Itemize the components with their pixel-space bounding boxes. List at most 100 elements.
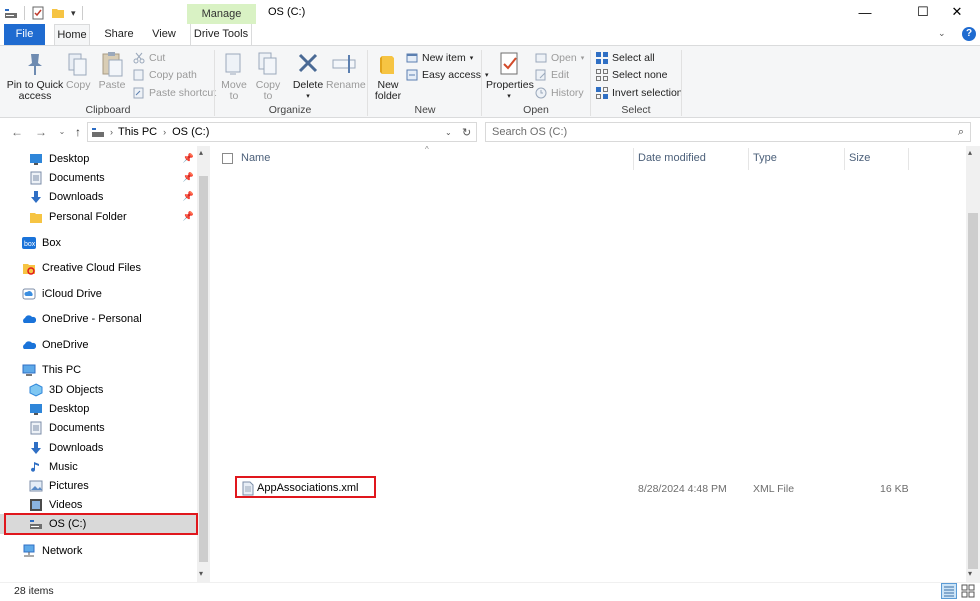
history-label: History [551,87,584,99]
nav-item-pictures[interactable]: Pictures [0,476,197,495]
nav-item-label: Documents [49,171,105,184]
nav-item-videos[interactable]: Videos [0,495,197,514]
content-scrollbar-thumb[interactable] [968,213,978,569]
nav-item-documents-quick[interactable]: Documents 📌 [0,168,197,187]
refresh-icon[interactable]: ↻ [462,126,471,139]
invert-selection-button[interactable]: Invert selection [596,85,683,101]
new-item-button[interactable]: New item ▾ [406,50,473,66]
select-group-label: Select [621,104,651,116]
documents-icon [29,171,43,185]
nav-item-desktop[interactable]: Desktop [0,399,197,418]
column-divider[interactable] [633,148,634,170]
search-input[interactable]: Search OS (C:) ⌕ [485,122,971,142]
delete-dropdown-icon[interactable]: ▾ [292,91,324,102]
nav-item-network[interactable]: Network [0,541,197,560]
nav-item-creative-cloud[interactable]: Creative Cloud Files [0,258,197,277]
pin-icon: 📌 [182,191,194,201]
minimize-button[interactable]: — [842,0,888,24]
address-bar[interactable]: › This PC › OS (C:) ⌄ ↻ [87,122,477,142]
copy-path-button[interactable]: Copy path [133,67,197,83]
nav-item-label: Videos [49,498,83,511]
nav-item-3d-objects[interactable]: 3D Objects [0,380,197,399]
open-button[interactable]: Open ▾ [535,50,584,66]
select-none-button[interactable]: Select none [596,67,667,83]
nav-item-box[interactable]: box Box [0,233,197,252]
column-header-size[interactable]: Size [849,152,870,166]
close-button[interactable]: ✕ [934,0,980,24]
tab-drive-tools[interactable]: Drive Tools [190,24,252,45]
scroll-up-icon[interactable]: ▴ [199,148,203,157]
nav-item-music[interactable]: Music [0,457,197,476]
pin-icon: 📌 [182,172,194,182]
nav-item-label: This PC [42,363,82,376]
invert-selection-icon [596,87,608,99]
nav-item-onedrive[interactable]: OneDrive [0,335,197,354]
column-header-date-modified[interactable]: Date modified [638,152,706,166]
back-arrow-icon[interactable]: ← [9,124,25,140]
help-icon[interactable]: ? [962,27,976,41]
column-divider[interactable] [844,148,845,170]
properties-button[interactable]: Properties ▾ [486,50,534,102]
group-divider [681,50,682,116]
nav-item-downloads[interactable]: Downloads [0,438,197,457]
box-icon: box [22,236,36,250]
svg-text:box: box [24,241,36,248]
cut-button[interactable]: Cut [133,50,165,66]
breadcrumb-os-c[interactable]: OS (C:) [172,126,209,138]
tab-share[interactable]: Share [100,24,138,45]
drive-icon[interactable] [4,6,18,20]
up-arrow-icon[interactable]: ↑ [70,124,86,140]
nav-item-documents[interactable]: Documents [0,418,197,437]
edit-button[interactable]: Edit [535,67,569,83]
breadcrumb-this-pc[interactable]: This PC [118,126,157,138]
tab-home[interactable]: Home [54,24,90,46]
delete-button[interactable]: Delete ▾ [292,50,324,102]
paste-button[interactable]: Paste [97,50,127,91]
nav-item-onedrive-personal[interactable]: OneDrive - Personal [0,309,197,328]
scroll-up-icon[interactable]: ▴ [968,148,972,157]
tab-view[interactable]: View [145,24,183,45]
column-header-name[interactable]: Name [241,152,270,166]
tab-file[interactable]: File [4,24,45,45]
scroll-down-icon[interactable]: ▾ [968,569,972,578]
group-divider [214,50,215,116]
rename-button[interactable]: Rename [326,50,366,91]
paste-shortcut-button[interactable]: Paste shortcut [133,85,216,101]
nav-item-label: Network [42,544,83,557]
move-to-button[interactable]: Move to [220,50,248,102]
nav-scrollbar-thumb[interactable] [199,176,208,562]
nav-item-downloads-quick[interactable]: Downloads 📌 [0,187,197,206]
scroll-down-icon[interactable]: ▾ [199,569,203,578]
status-bar [0,582,980,601]
column-header-type[interactable]: Type [753,152,777,166]
address-dropdown-icon[interactable]: ⌄ [445,128,452,137]
details-view-icon[interactable] [941,583,957,599]
recent-locations-chevron-icon[interactable]: ⌄ [54,124,70,140]
nav-item-this-pc[interactable]: This PC [0,360,197,379]
copy-button[interactable]: Copy [66,50,91,91]
easy-access-button[interactable]: Easy access ▾ [406,67,488,83]
history-button[interactable]: History [535,85,584,101]
column-divider[interactable] [748,148,749,170]
select-all-checkbox[interactable] [222,153,233,164]
nav-item-label: Pictures [49,479,89,492]
nav-item-personal-folder[interactable]: Personal Folder 📌 [0,207,197,226]
column-divider[interactable] [908,148,909,170]
pin-to-quick-access-button[interactable]: Pin to Quick access [6,50,64,102]
large-icons-view-icon[interactable] [961,584,975,598]
nav-item-icloud[interactable]: iCloud Drive [0,284,197,303]
new-item-icon [406,52,418,64]
new-folder-button[interactable]: New folder [372,50,404,102]
nav-item-desktop-quick[interactable]: Desktop 📌 [0,149,197,168]
collapse-ribbon-icon[interactable]: ⌄ [938,28,946,39]
forward-arrow-icon[interactable]: → [33,124,49,140]
customize-qat-icon[interactable]: ▾ [71,8,76,19]
select-all-button[interactable]: Select all [596,50,655,66]
properties-icon[interactable] [31,6,45,20]
new-folder-icon[interactable] [51,6,65,20]
chevron-down-icon: ▾ [580,55,585,62]
new-folder-icon [376,50,400,78]
copy-to-button[interactable]: Copy to [254,50,282,102]
properties-dropdown-icon[interactable]: ▾ [486,91,532,102]
select-all-icon [596,52,608,64]
